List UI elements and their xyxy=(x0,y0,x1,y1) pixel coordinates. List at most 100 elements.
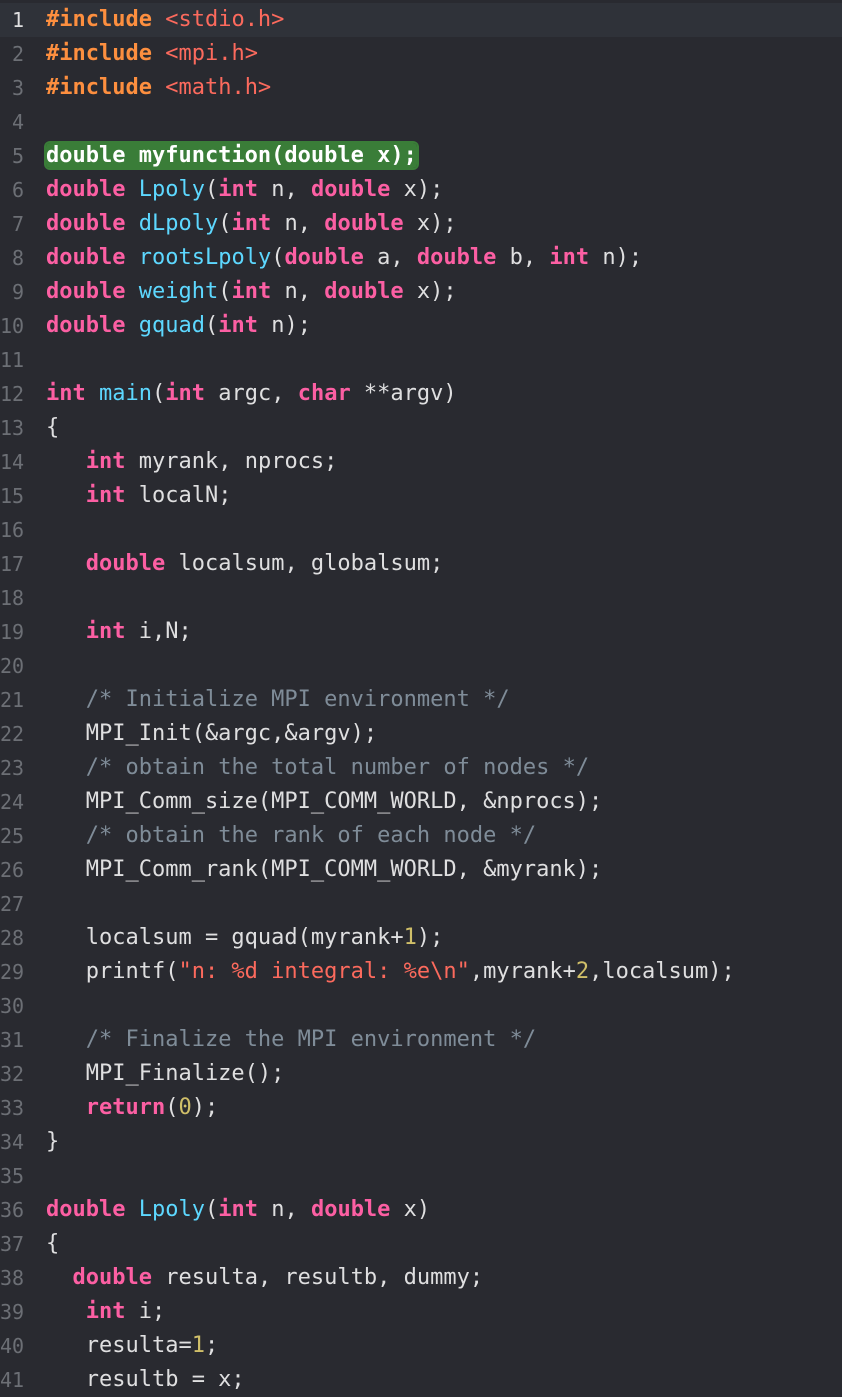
code-token: resultb = x; xyxy=(46,1367,245,1392)
code-token: weight xyxy=(138,279,219,304)
line-number: 9 xyxy=(11,280,24,304)
line-number: 16 xyxy=(0,518,25,542)
line-number: 8 xyxy=(11,246,24,270)
code-text: int myrank, nprocs; xyxy=(46,445,338,479)
code-token: <math.h> xyxy=(165,75,272,100)
code-text: { xyxy=(46,411,59,445)
code-token: n, xyxy=(271,211,325,236)
code-token: localsum, globalsum; xyxy=(165,551,444,576)
code-token: rootsLpoly xyxy=(138,245,272,270)
code-token: ( xyxy=(204,313,219,338)
code-line[interactable]: 22 MPI_Init(&argc,&argv); xyxy=(0,717,842,751)
line-number: 20 xyxy=(0,654,25,678)
code-token: /* Initialize MPI environment */ xyxy=(85,687,510,712)
code-text: printf("n: %d integral: %e\n",myrank+2,l… xyxy=(46,955,735,989)
code-line[interactable]: 25 /* obtain the rank of each node */ xyxy=(0,819,842,853)
code-line[interactable]: 7 double dLpoly(int n, double x); xyxy=(0,207,842,241)
code-token: ( xyxy=(204,1197,219,1222)
code-text: int localN; xyxy=(46,479,232,513)
code-line[interactable]: 20 xyxy=(0,649,842,683)
line-number: 17 xyxy=(0,552,25,576)
code-line[interactable]: 4 xyxy=(0,105,842,139)
code-token: ); xyxy=(191,1095,219,1120)
code-line[interactable]: 12 int main(int argc, char **argv) xyxy=(0,377,842,411)
code-editor[interactable]: 1 #include <stdio.h> 2 #include <mpi.h> 3 #in… xyxy=(0,0,842,1394)
code-token: ; xyxy=(204,1333,219,1358)
code-line[interactable]: 38 double resulta, resultb, dummy; xyxy=(0,1261,842,1295)
code-text: MPI_Comm_rank(MPI_COMM_WORLD, &myrank); xyxy=(46,853,603,887)
code-line[interactable]: 3 #include <math.h> xyxy=(0,71,842,105)
code-line[interactable]: 14 int myrank, nprocs; xyxy=(0,445,842,479)
code-text: int main(int argc, char **argv) xyxy=(46,377,457,411)
code-token: #include xyxy=(46,75,166,100)
code-token: i; xyxy=(125,1299,166,1324)
code-token: double xyxy=(72,1265,152,1290)
code-line[interactable]: 2 #include <mpi.h> xyxy=(0,37,842,71)
code-line[interactable]: 36 double Lpoly(int n, double x) xyxy=(0,1193,842,1227)
code-line[interactable]: 33 return(0); xyxy=(0,1091,842,1125)
code-token: myrank, nprocs; xyxy=(125,449,338,474)
code-line[interactable]: 21 /* Initialize MPI environment */ xyxy=(0,683,842,717)
code-text: double Lpoly(int n, double x) xyxy=(46,1193,430,1227)
code-token: main xyxy=(99,381,152,406)
code-line[interactable]: 26 MPI_Comm_rank(MPI_COMM_WORLD, &myrank… xyxy=(0,853,842,887)
code-token: 1 xyxy=(403,925,417,950)
code-token: MPI_Comm_rank(MPI_COMM_WORLD, &myrank); xyxy=(46,857,603,882)
code-token: /* obtain the rank of each node */ xyxy=(85,823,537,848)
code-text: } xyxy=(46,1125,59,1159)
code-text: /* Initialize MPI environment */ xyxy=(46,683,510,717)
code-token: printf( xyxy=(46,959,179,984)
code-line[interactable]: 13 { xyxy=(0,411,842,445)
code-line[interactable]: 29 printf("n: %d integral: %e\n",myrank+… xyxy=(0,955,842,989)
code-token: ( xyxy=(271,245,285,270)
code-text: resulta=1; xyxy=(46,1329,218,1363)
code-line[interactable]: 40 resulta=1; xyxy=(0,1329,842,1363)
code-line[interactable]: 16 xyxy=(0,513,842,547)
code-line[interactable]: 23 /* obtain the total number of nodes *… xyxy=(0,751,842,785)
code-token: resulta, resultb, dummy; xyxy=(151,1265,484,1290)
code-token: double xyxy=(85,551,166,576)
line-number: 21 xyxy=(0,688,25,712)
code-line[interactable]: 8 double rootsLpoly(double a, double b, i… xyxy=(0,241,842,275)
code-line[interactable]: 35 xyxy=(0,1159,842,1193)
code-line[interactable]: 1 #include <stdio.h> xyxy=(0,3,842,37)
code-token: int xyxy=(218,1197,258,1222)
code-token: int xyxy=(85,619,126,644)
line-number: 32 xyxy=(0,1062,25,1086)
code-line[interactable]: 37 { xyxy=(0,1227,842,1261)
code-line[interactable]: 27 xyxy=(0,887,842,921)
code-line[interactable]: 39 int i; xyxy=(0,1295,842,1329)
code-line[interactable]: 32 MPI_Finalize(); xyxy=(0,1057,842,1091)
code-line[interactable]: 17 double localsum, globalsum; xyxy=(0,547,842,581)
code-line[interactable]: 19 int i,N; xyxy=(0,615,842,649)
code-text: double weight(int n, double x); xyxy=(46,275,457,309)
code-line[interactable]: 9 double weight(int n, double x); xyxy=(0,275,842,309)
code-text: double rootsLpoly(double a, double b, in… xyxy=(46,241,642,275)
code-line[interactable]: 18 xyxy=(0,581,842,615)
code-token: int xyxy=(46,381,86,406)
code-line[interactable]: 34} xyxy=(0,1125,842,1159)
line-number: 7 xyxy=(11,212,24,236)
code-text: #include <mpi.h> xyxy=(46,37,258,71)
code-text: /* obtain the total number of nodes */ xyxy=(46,751,589,785)
line-number: 4 xyxy=(11,110,24,134)
code-line[interactable]: 6 double Lpoly(int n, double x); xyxy=(0,173,842,207)
code-line[interactable]: 11 xyxy=(0,343,842,377)
code-line[interactable]: 15 int localN; xyxy=(0,479,842,513)
code-line[interactable]: 10 double gquad(int n); xyxy=(0,309,842,343)
code-line[interactable]: 28 localsum = gquad(myrank+1); xyxy=(0,921,842,955)
code-line[interactable]: 41 resultb = x; xyxy=(0,1363,842,1397)
code-line[interactable]: 30 xyxy=(0,989,842,1023)
code-line[interactable]: 5 double myfunction(double x); xyxy=(0,139,842,173)
code-line[interactable]: 24 MPI_Comm_size(MPI_COMM_WORLD, &nprocs… xyxy=(0,785,842,819)
code-token: double xyxy=(310,1197,391,1222)
code-token: resulta= xyxy=(46,1333,192,1358)
line-number: 41 xyxy=(0,1368,25,1392)
line-number: 28 xyxy=(0,926,25,950)
code-line[interactable]: 31 /* Finalize the MPI environment */ xyxy=(0,1023,842,1057)
